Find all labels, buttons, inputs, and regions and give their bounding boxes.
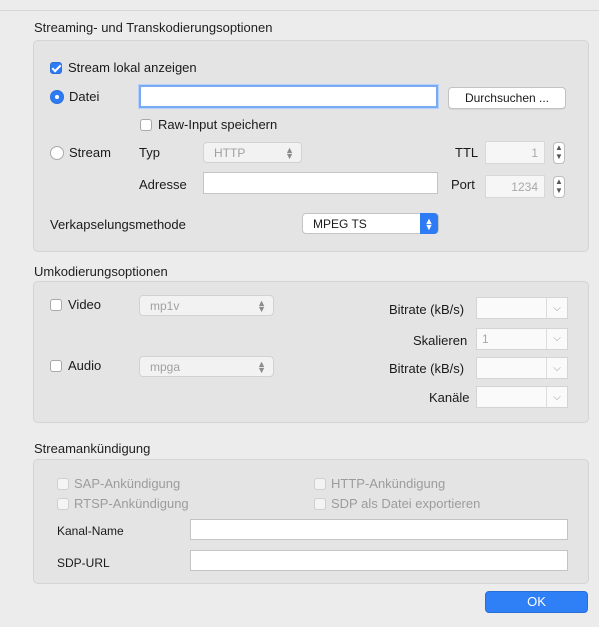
stream-radio[interactable]	[50, 146, 64, 160]
video-bitrate-combo[interactable]: ⌵	[476, 297, 568, 319]
port-input[interactable]	[485, 175, 545, 198]
browse-button[interactable]: Durchsuchen ...	[448, 87, 566, 109]
adresse-label: Adresse	[139, 177, 187, 192]
chevron-down-icon[interactable]: ⌵	[546, 358, 567, 378]
typ-select-value: HTTP	[214, 145, 246, 160]
channel-name-label: Kanal-Name	[57, 524, 124, 538]
sdp-url-label: SDP-URL	[57, 556, 110, 570]
encapsulation-label: Verkapselungsmethode	[50, 217, 186, 232]
video-codec-select[interactable]: mp1v ▲ ▼	[139, 295, 274, 316]
adresse-input[interactable]	[203, 172, 438, 194]
updown-arrows-icon: ▲ ▼	[420, 213, 438, 234]
typ-label: Typ	[139, 145, 160, 160]
video-codec-value: mp1v	[150, 298, 180, 313]
encapsulation-select-value: MPEG TS	[313, 216, 367, 231]
sdp-export-label: SDP als Datei exportieren	[331, 496, 481, 511]
window-top-edge	[0, 0, 599, 11]
sap-label: SAP-Ankündigung	[74, 476, 181, 491]
raw-input-checkbox[interactable]	[140, 119, 152, 131]
video-checkbox[interactable]	[50, 299, 62, 311]
port-stepper[interactable]: ▲ ▼	[553, 176, 565, 198]
streaming-section-title: Streaming- und Transkodierungsoptionen	[34, 20, 273, 35]
rtsp-label: RTSP-Ankündigung	[74, 496, 189, 511]
audio-codec-select[interactable]: mpga ▲ ▼	[139, 356, 274, 377]
sdp-export-checkbox[interactable]	[314, 498, 326, 510]
announcement-section-title: Streamankündigung	[34, 441, 151, 456]
audio-checkbox[interactable]	[50, 360, 62, 372]
http-announce-label: HTTP-Ankündigung	[331, 476, 446, 491]
datei-path-input[interactable]	[139, 85, 438, 108]
updown-arrows-icon: ▲ ▼	[257, 358, 266, 375]
ok-button[interactable]: OK	[485, 591, 588, 613]
scale-label: Skalieren	[413, 333, 468, 348]
rtsp-checkbox[interactable]	[57, 498, 69, 510]
port-label: Port	[451, 177, 475, 192]
typ-select[interactable]: HTTP ▲ ▼	[203, 142, 302, 163]
audio-bitrate-combo[interactable]: ⌵	[476, 357, 568, 379]
chevron-down-icon[interactable]: ⌵	[546, 298, 567, 318]
http-announce-checkbox[interactable]	[314, 478, 326, 490]
ttl-label: TTL	[455, 145, 479, 160]
ttl-input[interactable]	[485, 141, 545, 164]
video-bitrate-label: Bitrate (kB/s)	[389, 302, 465, 317]
raw-input-label: Raw-Input speichern	[158, 117, 278, 132]
stream-label: Stream	[69, 145, 111, 160]
ttl-stepper[interactable]: ▲ ▼	[553, 142, 565, 164]
video-label: Video	[68, 297, 102, 312]
updown-arrows-icon: ▲ ▼	[257, 297, 266, 314]
audio-bitrate-label: Bitrate (kB/s)	[389, 361, 465, 376]
show-local-label: Stream lokal anzeigen	[68, 60, 197, 75]
sap-checkbox[interactable]	[57, 478, 69, 490]
datei-radio[interactable]	[50, 90, 64, 104]
transcoding-section-title: Umkodierungsoptionen	[34, 264, 168, 279]
updown-arrows-icon: ▲ ▼	[285, 144, 294, 161]
audio-codec-value: mpga	[150, 359, 181, 374]
show-local-checkbox[interactable]	[50, 62, 62, 74]
channel-name-input[interactable]	[190, 519, 568, 540]
channels-label: Kanäle	[429, 390, 470, 405]
chevron-down-icon[interactable]: ⌵	[546, 387, 567, 407]
scale-value: 1	[482, 332, 489, 346]
encapsulation-select[interactable]: MPEG TS ▲ ▼	[302, 213, 439, 234]
datei-label: Datei	[69, 89, 100, 104]
sdp-url-input[interactable]	[190, 550, 568, 571]
scale-combo[interactable]: 1 ⌵	[476, 328, 568, 350]
audio-label: Audio	[68, 358, 102, 373]
chevron-down-icon[interactable]: ⌵	[546, 329, 567, 349]
channels-combo[interactable]: ⌵	[476, 386, 568, 408]
